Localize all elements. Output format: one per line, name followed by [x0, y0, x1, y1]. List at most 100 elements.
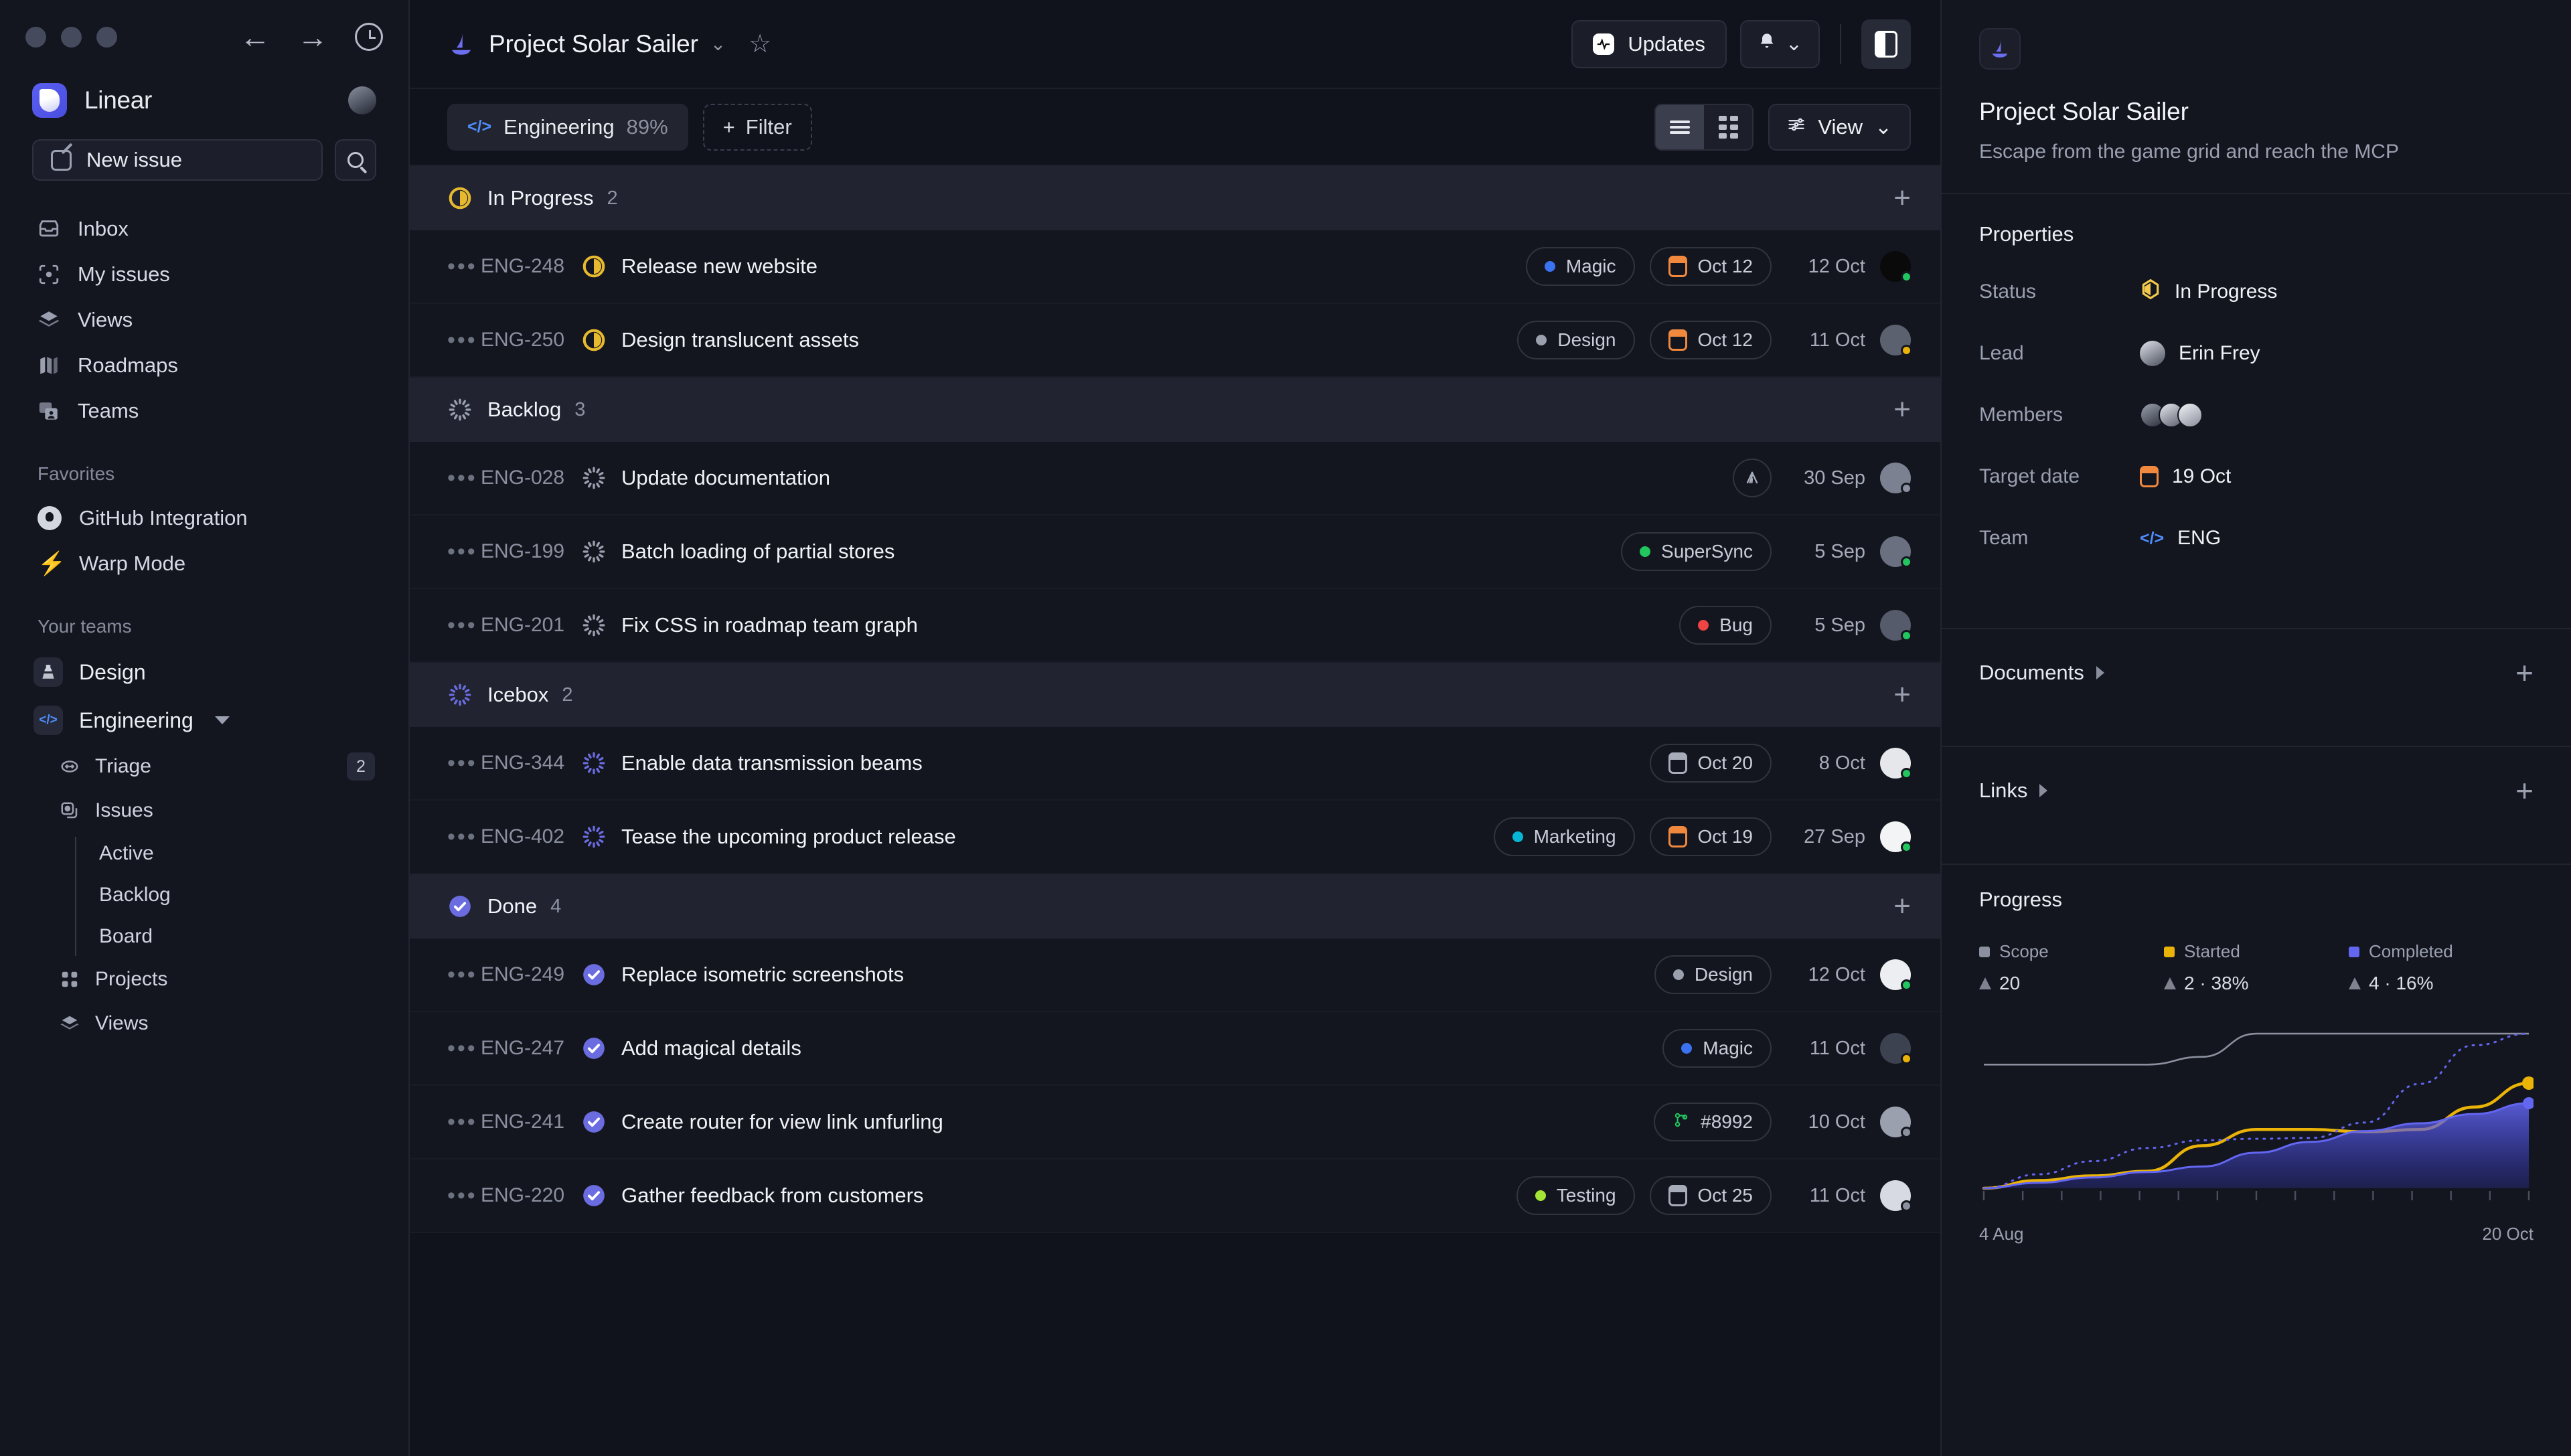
sidebar-item-projects[interactable]: Projects: [0, 957, 408, 1001]
avatar[interactable]: [1880, 1033, 1912, 1064]
icebox-icon[interactable]: [581, 750, 607, 776]
sidebar-item-backlog[interactable]: Backlog: [0, 874, 408, 916]
label-pill[interactable]: Bug: [1679, 606, 1772, 645]
list-view-button[interactable]: [1656, 104, 1705, 149]
property-members[interactable]: Members: [1979, 384, 2534, 446]
user-avatar[interactable]: [348, 86, 376, 114]
team-filter-chip[interactable]: </> Engineering 89%: [447, 103, 688, 151]
backlog-icon[interactable]: [581, 465, 607, 491]
avatar[interactable]: [1880, 748, 1912, 779]
sidebar-item-active[interactable]: Active: [0, 833, 408, 874]
done-icon[interactable]: [581, 962, 607, 987]
back-arrow-icon[interactable]: ←: [240, 21, 270, 52]
chevron-right-icon[interactable]: [2039, 784, 2048, 797]
sidebar-item-inbox[interactable]: Inbox: [27, 206, 382, 252]
group-header[interactable]: Backlog 3 +: [410, 378, 1940, 442]
sidebar-item-warp-mode[interactable]: ⚡ Warp Mode: [0, 541, 408, 586]
in-progress-icon[interactable]: [581, 327, 607, 353]
table-row[interactable]: ••• ENG-249 Replace isometric screenshots D…: [410, 939, 1940, 1012]
add-filter-button[interactable]: + Filter: [702, 103, 812, 151]
due-date-pill[interactable]: Oct 25: [1649, 1176, 1772, 1215]
group-header[interactable]: In Progress 2 +: [410, 166, 1940, 230]
add-document-button[interactable]: +: [2515, 657, 2534, 688]
row-drag-handle[interactable]: •••: [447, 540, 477, 563]
label-pill[interactable]: Testing: [1516, 1176, 1635, 1215]
row-drag-handle[interactable]: •••: [447, 752, 477, 775]
row-drag-handle[interactable]: •••: [447, 329, 477, 351]
search-button[interactable]: [335, 139, 376, 181]
sidebar-item-roadmaps[interactable]: Roadmaps: [27, 343, 382, 388]
star-icon[interactable]: ☆: [749, 31, 771, 57]
done-icon[interactable]: [581, 1109, 607, 1135]
label-pill[interactable]: Marketing: [1493, 817, 1635, 856]
sidebar-item-github-integration[interactable]: GitHub Integration: [0, 495, 408, 541]
group-header[interactable]: Icebox 2 +: [410, 663, 1940, 727]
done-icon[interactable]: [581, 1036, 607, 1061]
sidebar-item-team-views[interactable]: Views: [0, 1001, 408, 1046]
table-row[interactable]: ••• ENG-220 Gather feedback from customers…: [410, 1159, 1940, 1233]
add-issue-button[interactable]: +: [1893, 892, 1911, 921]
avatar[interactable]: [1880, 959, 1912, 991]
sidebar-item-issues[interactable]: Issues: [0, 789, 408, 833]
new-issue-button[interactable]: New issue: [32, 139, 323, 181]
label-pill[interactable]: Design: [1654, 955, 1772, 994]
icebox-icon[interactable]: [581, 824, 607, 850]
chevron-down-icon[interactable]: ⌄: [710, 33, 726, 55]
view-options-button[interactable]: View ⌄: [1768, 103, 1911, 151]
table-row[interactable]: ••• ENG-241 Create router for view link un…: [410, 1086, 1940, 1159]
table-row[interactable]: ••• ENG-344 Enable data transmission beams…: [410, 727, 1940, 801]
property-team[interactable]: Team </> ENG: [1979, 507, 2534, 569]
traffic-lights[interactable]: [25, 26, 117, 48]
property-status[interactable]: Status In Progress: [1979, 261, 2534, 323]
table-row[interactable]: ••• ENG-028 Update documentation 30 Sep: [410, 442, 1940, 515]
avatar[interactable]: [1880, 325, 1912, 356]
table-row[interactable]: ••• ENG-247 Add magical details Magic 11 Oct: [410, 1012, 1940, 1086]
row-drag-handle[interactable]: •••: [447, 255, 477, 278]
maximize-window-button[interactable]: [96, 26, 117, 48]
label-pill[interactable]: Magic: [1525, 247, 1635, 286]
label-pill[interactable]: SuperSync: [1621, 532, 1772, 571]
pull-request-pill[interactable]: #8992: [1654, 1103, 1772, 1141]
row-drag-handle[interactable]: •••: [447, 1184, 477, 1207]
view-mode-switch[interactable]: [1654, 103, 1754, 151]
group-header[interactable]: Done 4 +: [410, 874, 1940, 939]
close-window-button[interactable]: [25, 26, 46, 48]
avatar[interactable]: [1880, 1107, 1912, 1138]
add-issue-button[interactable]: +: [1893, 395, 1911, 424]
row-drag-handle[interactable]: •••: [447, 825, 477, 848]
row-drag-handle[interactable]: •••: [447, 467, 477, 489]
avatar[interactable]: [1880, 463, 1912, 494]
avatar[interactable]: [1880, 251, 1912, 282]
row-drag-handle[interactable]: •••: [447, 614, 477, 637]
documents-section[interactable]: Documents +: [1942, 629, 2571, 716]
backlog-icon[interactable]: [581, 613, 607, 638]
due-date-pill[interactable]: Oct 12: [1649, 321, 1772, 359]
in-progress-icon[interactable]: [581, 254, 607, 279]
table-row[interactable]: ••• ENG-199 Batch loading of partial store…: [410, 515, 1940, 589]
table-row[interactable]: ••• ENG-250 Design translucent assets Desig…: [410, 304, 1940, 378]
row-drag-handle[interactable]: •••: [447, 963, 477, 986]
sidebar-item-triage[interactable]: Triage 2: [0, 744, 408, 789]
toggle-right-panel-button[interactable]: [1861, 19, 1911, 69]
chevron-right-icon[interactable]: [2096, 666, 2104, 679]
label-pill[interactable]: Magic: [1662, 1029, 1772, 1068]
done-icon[interactable]: [581, 1183, 607, 1208]
due-date-pill[interactable]: Oct 19: [1649, 817, 1772, 856]
forward-arrow-icon[interactable]: →: [297, 21, 328, 52]
sidebar-item-teams[interactable]: Teams: [27, 388, 382, 434]
due-date-pill[interactable]: Oct 12: [1649, 247, 1772, 286]
sidebar-team-design[interactable]: Design: [0, 648, 408, 696]
add-issue-button[interactable]: +: [1893, 183, 1911, 213]
links-section[interactable]: Links +: [1942, 747, 2571, 834]
history-clock-icon[interactable]: [355, 23, 383, 51]
grid-view-button[interactable]: [1704, 105, 1752, 149]
table-row[interactable]: ••• ENG-248 Release new website Magic Oct 12…: [410, 230, 1940, 304]
chevron-down-icon[interactable]: [214, 716, 230, 724]
property-lead[interactable]: Lead Erin Frey: [1979, 323, 2534, 384]
label-pill[interactable]: Design: [1517, 321, 1635, 359]
due-date-pill[interactable]: Oct 20: [1649, 744, 1772, 783]
backlog-icon[interactable]: [581, 539, 607, 564]
avatar[interactable]: [1880, 536, 1912, 568]
sidebar-item-views[interactable]: Views: [27, 297, 382, 343]
sidebar-item-my-issues[interactable]: My issues: [27, 252, 382, 297]
